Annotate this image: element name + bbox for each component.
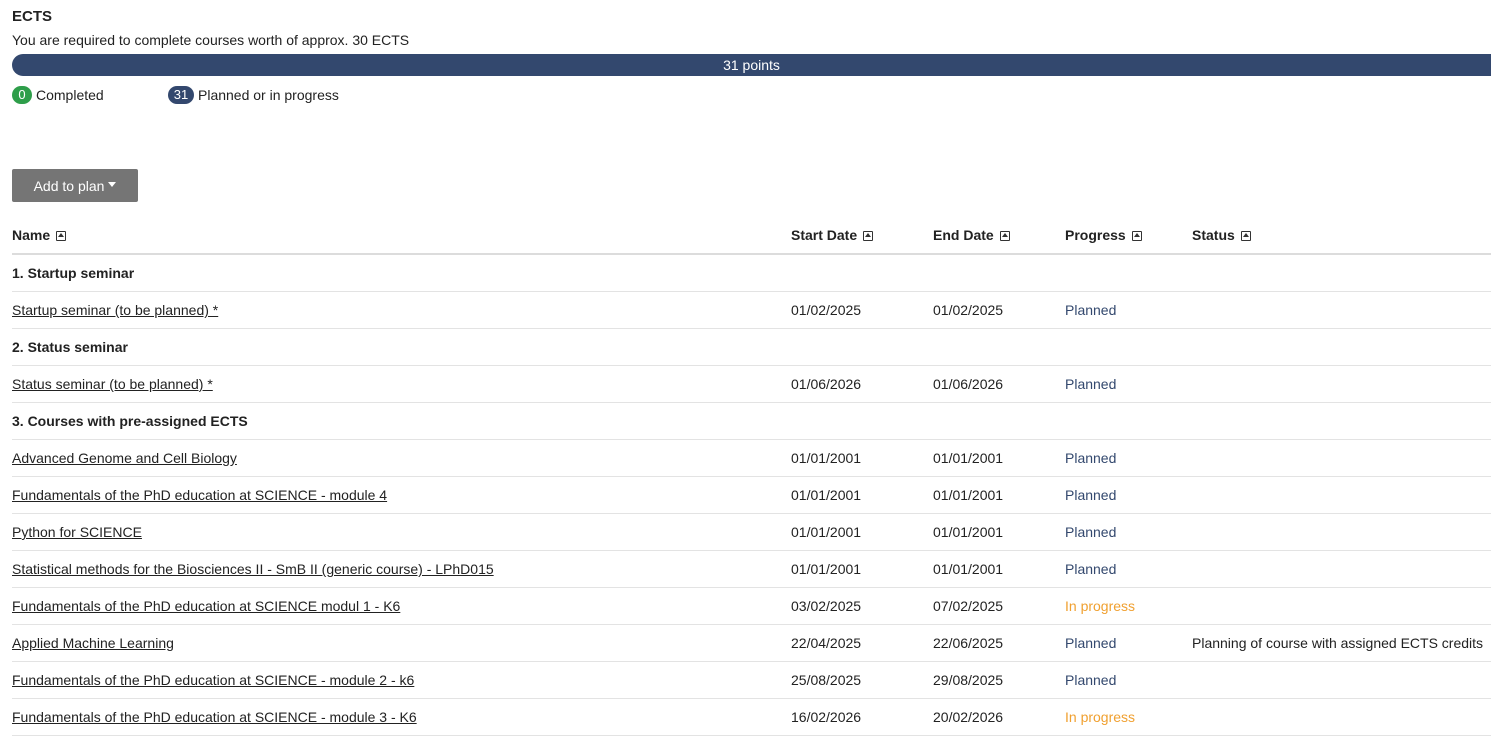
start-date-cell: 16/02/2026	[791, 698, 933, 736]
end-date-cell: 01/01/2001	[933, 439, 1065, 477]
end-date-cell: 01/06/2026	[933, 365, 1065, 403]
end-date-cell: 29/08/2025	[933, 661, 1065, 699]
progress-cell: Planned	[1065, 513, 1192, 551]
table-row: Advanced Genome and Cell Biology 01/01/2…	[12, 439, 1491, 477]
status-cell	[1192, 513, 1491, 551]
course-link[interactable]: Fundamentals of the PhD education at SCI…	[12, 487, 387, 503]
progress-cell: Planned	[1065, 476, 1192, 514]
completed-count-badge: 0	[12, 86, 32, 104]
column-header-name[interactable]: Name	[12, 216, 791, 255]
end-date-cell: 01/02/2025	[933, 291, 1065, 329]
table-row: Startup seminar (to be planned) * 01/02/…	[12, 291, 1491, 329]
status-cell	[1192, 698, 1491, 736]
sort-toggle-icon[interactable]	[1131, 230, 1142, 241]
table-row: Python for SCIENCE 01/01/2001 01/01/2001…	[12, 513, 1491, 551]
progress-cell: Planned	[1065, 661, 1192, 699]
ects-title: ECTS	[12, 8, 53, 25]
column-header-progress[interactable]: Progress	[1065, 216, 1192, 255]
table-row: Applied Machine Learning 22/04/2025 22/0…	[12, 624, 1491, 662]
group-title: 2. Status seminar	[12, 328, 1491, 366]
end-date-cell: 01/01/2001	[933, 476, 1065, 514]
course-link[interactable]: Fundamentals of the PhD education at SCI…	[12, 672, 414, 688]
status-cell	[1192, 587, 1491, 625]
planned-label: Planned or in progress	[198, 87, 339, 103]
progress-cell: Planned	[1065, 624, 1192, 662]
start-date-cell: 01/01/2001	[791, 439, 933, 477]
group-title: 1. Startup seminar	[12, 254, 1491, 292]
sort-toggle-icon[interactable]	[863, 230, 874, 241]
course-link[interactable]: Fundamentals of the PhD education at SCI…	[12, 709, 417, 725]
start-date-cell: 01/06/2026	[791, 365, 933, 403]
progress-cell: Planned	[1065, 439, 1192, 477]
end-date-cell: 01/01/2001	[933, 513, 1065, 551]
status-cell	[1192, 291, 1491, 329]
group-row: 3. Courses with pre-assigned ECTS	[12, 402, 1491, 440]
start-date-cell: 01/01/2001	[791, 550, 933, 588]
end-date-cell: 01/01/2001	[933, 550, 1065, 588]
progress-cell: Planned	[1065, 291, 1192, 329]
status-cell	[1192, 476, 1491, 514]
start-date-cell: 01/02/2025	[791, 291, 933, 329]
completed-label: Completed	[36, 87, 104, 103]
table-row: Fundamentals of the PhD education at SCI…	[12, 698, 1491, 736]
start-date-cell: 01/01/2001	[791, 476, 933, 514]
caret-down-icon	[108, 182, 117, 187]
course-link[interactable]: Applied Machine Learning	[12, 635, 174, 651]
course-link[interactable]: Statistical methods for the Biosciences …	[12, 561, 494, 577]
group-title: 3. Courses with pre-assigned ECTS	[12, 402, 1491, 440]
start-date-cell: 01/01/2001	[791, 513, 933, 551]
progress-cell: In progress	[1065, 698, 1192, 736]
table-header-row: Name Start Date End Date Progress Status	[12, 216, 1491, 255]
planned-count-badge: 31	[168, 86, 194, 104]
end-date-cell: 22/06/2025	[933, 624, 1065, 662]
ects-progress-label: 31 points	[723, 57, 780, 73]
start-date-cell: 22/04/2025	[791, 624, 933, 662]
status-cell	[1192, 439, 1491, 477]
course-link[interactable]: Status seminar (to be planned) *	[12, 376, 213, 392]
add-to-plan-label: Add to plan	[33, 177, 105, 194]
course-link[interactable]: Advanced Genome and Cell Biology	[12, 450, 237, 466]
legend-planned: 31 Planned or in progress	[168, 86, 339, 104]
add-to-plan-button[interactable]: Add to plan	[12, 169, 138, 202]
course-link[interactable]: Startup seminar (to be planned) *	[12, 302, 218, 318]
sort-toggle-icon[interactable]	[56, 230, 67, 241]
table-row: Fundamentals of the PhD education at SCI…	[12, 587, 1491, 625]
progress-cell: In progress	[1065, 587, 1192, 625]
sort-toggle-icon[interactable]	[999, 230, 1010, 241]
table-row: Status seminar (to be planned) * 01/06/2…	[12, 365, 1491, 403]
column-header-end-date[interactable]: End Date	[933, 216, 1065, 255]
progress-cell: Planned	[1065, 550, 1192, 588]
ects-requirement-text: You are required to complete courses wor…	[12, 32, 410, 48]
table-row: Fundamentals of the PhD education at SCI…	[12, 476, 1491, 514]
ects-progress-bar: 31 points	[12, 54, 1491, 76]
group-row: 1. Startup seminar	[12, 254, 1491, 292]
column-header-start-date[interactable]: Start Date	[791, 216, 933, 255]
sort-toggle-icon[interactable]	[1240, 230, 1251, 241]
group-row: 2. Status seminar	[12, 328, 1491, 366]
status-cell	[1192, 365, 1491, 403]
start-date-cell: 03/02/2025	[791, 587, 933, 625]
end-date-cell: 20/02/2026	[933, 698, 1065, 736]
column-header-status[interactable]: Status	[1192, 216, 1491, 255]
status-cell: Planning of course with assigned ECTS cr…	[1192, 624, 1491, 662]
start-date-cell: 25/08/2025	[791, 661, 933, 699]
end-date-cell: 07/02/2025	[933, 587, 1065, 625]
progress-cell: Planned	[1065, 365, 1192, 403]
table-row: Fundamentals of the PhD education at SCI…	[12, 661, 1491, 699]
course-link[interactable]: Python for SCIENCE	[12, 524, 142, 540]
status-cell	[1192, 550, 1491, 588]
course-table: Name Start Date End Date Progress Status…	[12, 216, 1491, 736]
status-cell	[1192, 661, 1491, 699]
table-row: Statistical methods for the Biosciences …	[12, 550, 1491, 588]
course-link[interactable]: Fundamentals of the PhD education at SCI…	[12, 598, 400, 614]
legend-completed: 0 Completed	[12, 86, 104, 104]
